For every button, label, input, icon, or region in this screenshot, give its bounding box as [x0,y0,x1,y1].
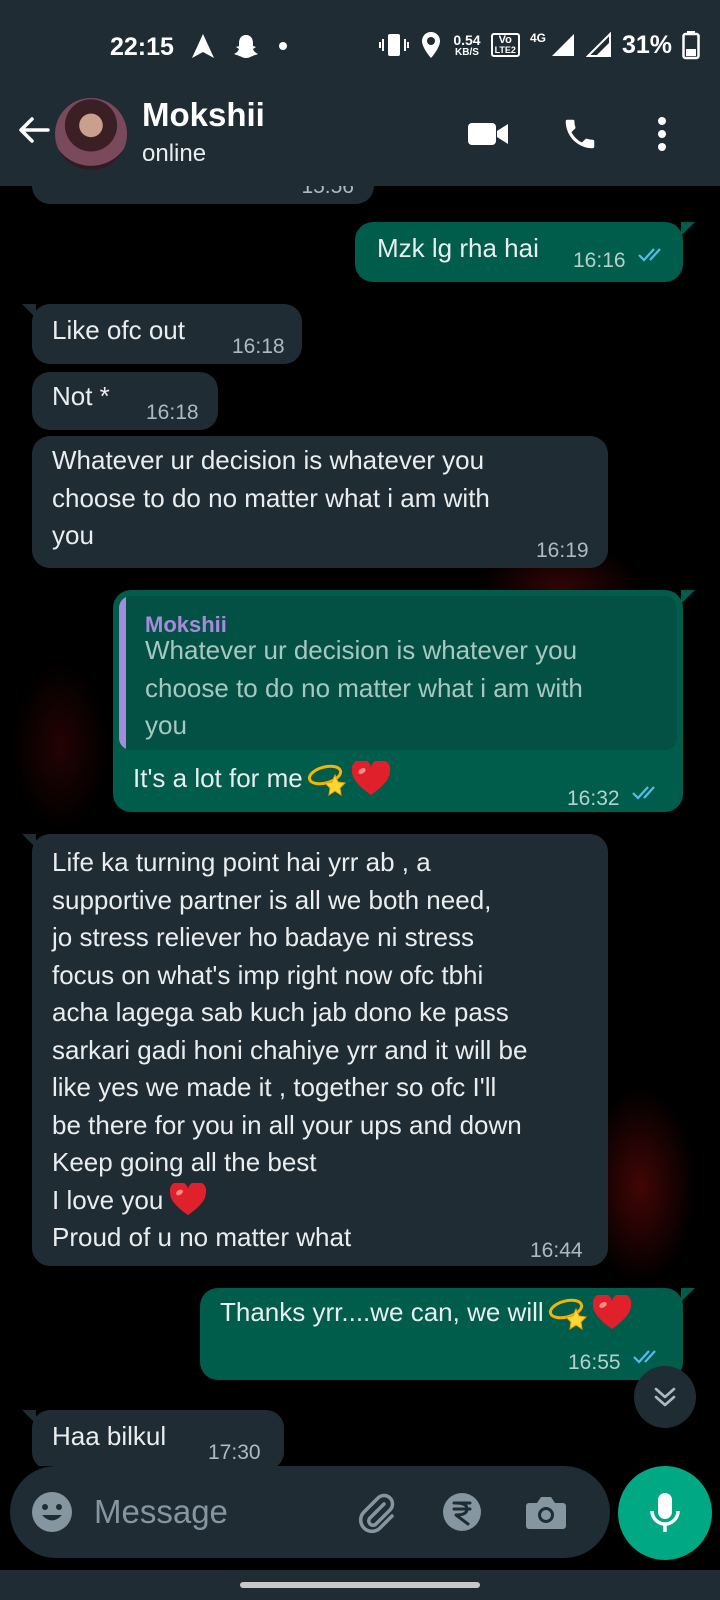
emoji-icon [32,1492,72,1532]
message-time: 17:30 [208,1441,261,1464]
message-outgoing[interactable]: Thanks yrr....we can, we will 16:55 [200,1288,695,1380]
message-incoming[interactable]: 15:56 [32,186,374,204]
voice-call-button[interactable] [558,112,602,156]
voice-message-button[interactable] [618,1466,712,1560]
message-time: 15:56 [301,186,354,198]
video-call-icon [468,123,508,145]
dizzy-star-emoji [307,764,346,796]
emoji-button[interactable] [28,1488,76,1536]
message-text: Haa bilkul [52,1421,167,1451]
message-time: 16:18 [146,401,199,424]
chat-header: Mokshii online [0,90,720,186]
chat-area[interactable]: 15:56 Mzk lg rha hai 16:16 Like ofc out … [0,186,720,1466]
system-nav-bar [0,1570,720,1600]
red-heart-emoji [592,1294,631,1329]
message-incoming[interactable]: Haa bilkul 17:30 [22,1410,284,1466]
message-incoming[interactable]: Life ka turning point hai yrr ab , a sup… [22,834,608,1266]
message-input[interactable] [94,1488,264,1536]
signal-icon [585,32,611,57]
message-time: 16:19 [536,539,589,562]
rupee-payment-icon [443,1493,481,1531]
read-ticks-icon [632,786,655,800]
contact-status: online [142,140,207,167]
battery-percent: 31% [621,30,672,59]
battery-icon [682,31,700,60]
dot-icon [279,42,287,50]
message-time: 16:16 [573,249,626,272]
payment-button[interactable] [438,1488,486,1536]
message-time: 16:32 [567,787,620,810]
snapchat-icon [234,35,258,58]
video-call-button[interactable] [466,112,510,156]
contact-name[interactable]: Mokshii [142,96,265,134]
scroll-to-bottom-button[interactable] [634,1366,696,1428]
signal-icon [551,34,574,56]
mic-icon [650,1493,680,1532]
read-ticks-icon [638,248,661,262]
composer-bar [0,1466,720,1570]
message-incoming[interactable]: Whatever ur decision is whatever you cho… [32,436,608,568]
red-heart-emoji [170,1183,207,1216]
message-input-container [10,1466,610,1558]
double-chevron-down-icon [654,1387,676,1407]
red-heart-emoji [351,760,390,795]
message-outgoing-reply[interactable]: Mokshii Whatever ur decision is whatever… [113,590,695,812]
message-text: Thanks yrr....we can, we will [220,1297,544,1327]
read-ticks-icon [633,1350,656,1364]
camera-icon [526,1497,566,1529]
message-incoming[interactable]: Like ofc out 16:18 [22,304,302,364]
message-incoming[interactable]: Not * 16:18 [32,372,218,430]
status-time: 22:15 [110,33,174,61]
message-text: Like ofc out [52,315,185,345]
dizzy-star-emoji [548,1298,587,1330]
message-time: 16:55 [568,1351,621,1374]
volte-badge: Vo LTE2 [490,33,520,57]
message-text: Life ka turning point hai yrr ab , a sup… [52,847,528,1252]
message-text: Mzk lg rha hai [377,233,539,263]
net-speed: 0.54 KB/S [453,31,481,58]
gesture-handle[interactable] [240,1582,480,1588]
more-vert-icon [658,117,666,151]
status-bar: 22:15 0.54 KB/S Vo LTE2 4G 31% [0,0,720,90]
phone-icon [565,119,595,149]
vibrate-icon [379,34,410,56]
attach-icon [358,1493,395,1534]
message-text: Whatever ur decision is whatever you cho… [52,445,490,550]
camera-button[interactable] [522,1488,570,1536]
message-text: Not * [52,381,110,411]
avatar[interactable] [55,98,127,170]
navigation-icon [192,34,214,58]
message-time: 16:18 [232,335,285,358]
back-arrow-icon[interactable] [14,110,54,150]
more-options-button[interactable] [640,112,684,156]
message-text: It's a lot for me [133,763,303,793]
network-type: 4G [529,30,546,45]
location-icon [422,32,441,58]
message-time: 16:44 [530,1239,583,1262]
message-outgoing[interactable]: Mzk lg rha hai 16:16 [355,222,695,282]
attach-button[interactable] [352,1488,400,1536]
quoted-message[interactable]: Mokshii Whatever ur decision is whatever… [119,596,677,750]
quoted-text: Whatever ur decision is whatever you cho… [145,635,583,740]
